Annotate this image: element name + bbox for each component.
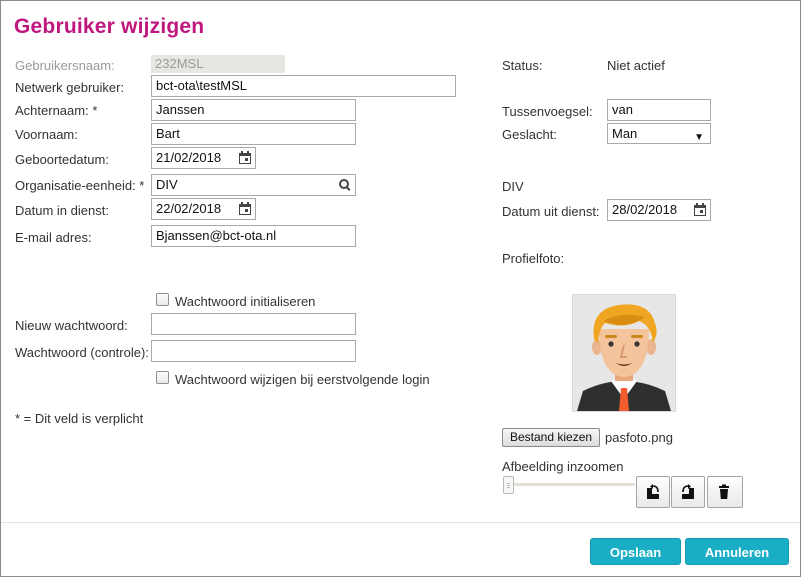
change-on-login-label: Wachtwoord wijzigen bij eerstvolgende lo… xyxy=(175,372,430,387)
save-button[interactable]: Opslaan xyxy=(590,538,681,565)
start-date-label: Datum in dienst: xyxy=(15,203,109,218)
firstname-input[interactable]: Bart xyxy=(151,123,356,145)
start-date-input[interactable]: 22/02/2018 xyxy=(151,198,256,220)
reset-password-checkbox[interactable] xyxy=(156,293,169,306)
birthdate-input[interactable]: 21/02/2018 xyxy=(151,147,256,169)
reset-password-label: Wachtwoord initialiseren xyxy=(175,294,316,309)
change-on-login-checkbox[interactable] xyxy=(156,371,169,384)
zoom-label: Afbeelding inzoomen xyxy=(502,459,624,474)
confirm-password-input[interactable] xyxy=(151,340,356,362)
new-password-label: Nieuw wachtwoord: xyxy=(15,318,128,333)
choose-file-button[interactable]: Bestand kiezen xyxy=(502,428,601,447)
calendar-icon[interactable] xyxy=(694,203,706,216)
gender-select[interactable]: Man ▼ xyxy=(607,123,711,144)
email-label: E-mail adres: xyxy=(15,230,92,245)
email-input[interactable]: Bjanssen@bct-ota.nl xyxy=(151,225,356,247)
delete-photo-button[interactable] xyxy=(707,476,743,508)
rotate-left-button[interactable] xyxy=(636,476,670,508)
edit-user-dialog: Gebruiker wijzigen Gebruikersnaam: 232MS… xyxy=(0,0,801,577)
gender-value: Man xyxy=(612,126,638,141)
infix-label: Tussenvoegsel: xyxy=(502,104,593,119)
cancel-button[interactable]: Annuleren xyxy=(685,538,789,565)
profile-photo-label: Profielfoto: xyxy=(502,251,565,266)
org-unit-value: DIV xyxy=(156,177,178,192)
start-date-value: 22/02/2018 xyxy=(156,201,222,216)
status-label: Status: xyxy=(502,58,543,73)
status-value: Niet actief xyxy=(607,58,665,73)
rotate-left-icon xyxy=(647,484,659,499)
firstname-label: Voornaam: xyxy=(15,127,78,142)
network-user-label: Netwerk gebruiker: xyxy=(15,80,125,95)
birthdate-value: 21/02/2018 xyxy=(156,150,222,165)
end-date-label: Datum uit dienst: xyxy=(502,204,600,219)
calendar-icon[interactable] xyxy=(239,202,251,215)
chevron-down-icon: ▼ xyxy=(694,132,704,143)
confirm-password-label: Wachtwoord (controle): xyxy=(15,345,149,360)
infix-input[interactable]: van xyxy=(607,99,711,121)
footer-divider xyxy=(1,522,800,523)
required-note: * = Dit veld is verplicht xyxy=(15,411,144,426)
username-label: Gebruikersnaam: xyxy=(15,58,115,73)
lastname-label: Achternaam: * xyxy=(15,103,98,118)
profile-photo xyxy=(572,294,676,412)
avatar-illustration xyxy=(573,295,675,411)
org-unit-label: Organisatie-eenheid: * xyxy=(15,178,145,193)
org-unit-input[interactable]: DIV xyxy=(151,174,356,196)
username-field: 232MSL xyxy=(151,55,285,73)
search-icon[interactable] xyxy=(339,179,351,191)
lastname-input[interactable]: Janssen xyxy=(151,99,356,121)
org-unit-text: DIV xyxy=(502,179,524,194)
zoom-slider-track[interactable] xyxy=(510,483,635,486)
birthdate-label: Geboortedatum: xyxy=(15,152,109,167)
end-date-input[interactable]: 28/02/2018 xyxy=(607,199,711,221)
dialog-title: Gebruiker wijzigen xyxy=(14,15,205,38)
gender-label: Geslacht: xyxy=(502,127,557,142)
trash-icon xyxy=(719,484,729,499)
new-password-input[interactable] xyxy=(151,313,356,335)
rotate-right-button[interactable] xyxy=(671,476,705,508)
photo-filename: pasfoto.png xyxy=(605,430,673,445)
network-user-input[interactable]: bct-ota\testMSL xyxy=(151,75,456,97)
end-date-value: 28/02/2018 xyxy=(612,202,678,217)
zoom-slider-handle[interactable] xyxy=(503,476,514,494)
rotate-right-icon xyxy=(682,484,694,499)
calendar-icon[interactable] xyxy=(239,151,251,164)
